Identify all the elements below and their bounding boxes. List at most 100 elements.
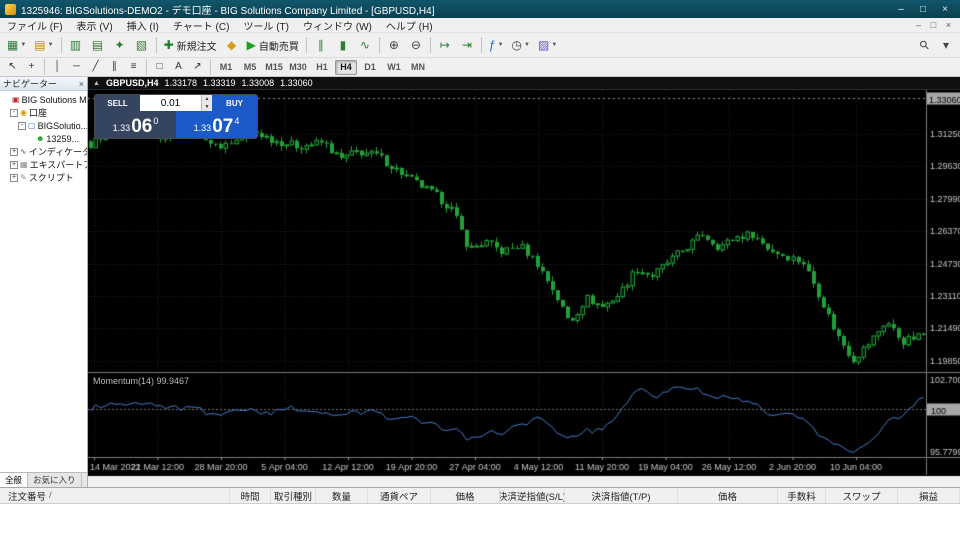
- terminal-col-open-price[interactable]: 価格: [431, 488, 500, 503]
- nav-accounts[interactable]: -◉口座: [0, 106, 87, 119]
- nav-tab-favorites[interactable]: お気に入り: [28, 473, 82, 487]
- nav-indicators[interactable]: +∿インディケータ: [0, 145, 87, 158]
- nav-scripts[interactable]: +✎スクリプト: [0, 171, 87, 184]
- menu-chart[interactable]: チャート (C): [166, 18, 237, 32]
- text-label-button[interactable]: A: [170, 59, 187, 75]
- shapes-button[interactable]: □: [151, 59, 168, 75]
- timeframe-mn-button[interactable]: MN: [407, 60, 429, 75]
- navigator-close-icon[interactable]: ×: [79, 79, 84, 89]
- chart-shift-button[interactable]: ⇥: [457, 35, 477, 55]
- sell-price-panel[interactable]: 1.33 06 0: [95, 111, 176, 138]
- search-button[interactable]: ⚲: [914, 35, 934, 55]
- line-chart-type-button[interactable]: ∿: [355, 35, 375, 55]
- price-chart-canvas[interactable]: [88, 90, 960, 487]
- templates-list-button[interactable]: ▨▼: [535, 35, 560, 55]
- volume-field[interactable]: 0.01 ▲ ▼: [140, 95, 212, 111]
- terminal-col-current-price[interactable]: 価格: [678, 488, 778, 503]
- terminal-col-take-profit[interactable]: 決済指値(T/P): [565, 488, 678, 503]
- terminal-col-swap[interactable]: スワップ: [826, 488, 898, 503]
- terminal-col-type[interactable]: 取引種別: [271, 488, 316, 503]
- nav-accounts-expander-icon[interactable]: -: [10, 109, 18, 117]
- new-order-button[interactable]: ✚新規注文: [161, 35, 220, 55]
- timeframe-m1-button[interactable]: M1: [215, 60, 237, 75]
- chart-minimize-icon[interactable]: –: [911, 20, 926, 30]
- navigator-toggle-button[interactable]: ✦: [110, 35, 130, 55]
- volume-down-icon[interactable]: ▼: [202, 103, 212, 111]
- terminal-col-symbol-label: 通貨ペア: [380, 489, 418, 503]
- fibonacci-button[interactable]: ≡: [125, 59, 142, 75]
- metaeditor-button[interactable]: ◆: [222, 35, 242, 55]
- chart-collapse-icon[interactable]: ▲: [93, 80, 100, 87]
- terminal-col-volume[interactable]: 数量: [316, 488, 368, 503]
- timeframe-m15-button[interactable]: M15: [263, 60, 285, 75]
- terminal-col-time[interactable]: 時間: [230, 488, 271, 503]
- nav-scripts-expander-icon[interactable]: +: [10, 174, 18, 182]
- timeframe-m5-button[interactable]: M5: [239, 60, 261, 75]
- sell-button[interactable]: SELL: [95, 95, 140, 111]
- templates-list-dropdown-icon[interactable]: ▼: [551, 42, 557, 48]
- minimize-button[interactable]: –: [891, 2, 911, 16]
- sell-price-prefix: 1.33: [113, 123, 131, 133]
- timeframe-h1-button[interactable]: H1: [311, 60, 333, 75]
- terminal-col-order-number[interactable]: 注文番号/: [0, 488, 230, 503]
- data-window-button[interactable]: ▤: [88, 35, 108, 55]
- new-chart-button[interactable]: ▦▼: [4, 35, 29, 55]
- maximize-button[interactable]: □: [913, 2, 933, 16]
- terminal-col-profit-label: 損益: [919, 489, 938, 503]
- toolbar-more-button[interactable]: ▾: [936, 35, 956, 55]
- nav-root-server[interactable]: ▣BIG Solutions MT...: [0, 93, 87, 106]
- nav-experts[interactable]: +▦エキスパートアドバ: [0, 158, 87, 171]
- profiles-button[interactable]: ▤▼: [31, 35, 56, 55]
- trend-line-button[interactable]: ╱: [87, 59, 104, 75]
- periods-list-dropdown-icon[interactable]: ▼: [524, 42, 530, 48]
- periods-list-button[interactable]: ◷▼: [509, 35, 533, 55]
- new-chart-dropdown-icon[interactable]: ▼: [20, 42, 26, 48]
- chart-shift-icon: ⇥: [462, 39, 472, 51]
- vertical-line-button[interactable]: │: [49, 59, 66, 75]
- arrow-objects-button[interactable]: ↗: [189, 59, 206, 75]
- indicators-list-dropdown-icon[interactable]: ▼: [498, 42, 504, 48]
- terminal-toggle-button[interactable]: ▧: [132, 35, 152, 55]
- volume-up-icon[interactable]: ▲: [202, 95, 212, 103]
- terminal-col-symbol[interactable]: 通貨ペア: [368, 488, 431, 503]
- terminal-col-commission[interactable]: 手数料: [778, 488, 826, 503]
- volume-value[interactable]: 0.01: [140, 95, 201, 111]
- menu-view[interactable]: 表示 (V): [70, 18, 120, 32]
- candle-chart-type-button[interactable]: ▮: [333, 35, 353, 55]
- channel-button[interactable]: ∥: [106, 59, 123, 75]
- buy-price-panel[interactable]: 1.33 07 4: [176, 111, 257, 138]
- nav-login[interactable]: ☻13259...: [0, 132, 87, 145]
- menu-tools[interactable]: ツール (T): [236, 18, 296, 32]
- terminal-col-profit[interactable]: 損益: [898, 488, 960, 503]
- menu-insert[interactable]: 挿入 (I): [120, 18, 166, 32]
- chart-restore-icon[interactable]: □: [926, 20, 941, 30]
- nav-account-group[interactable]: -▢BIGSolutio...: [0, 119, 87, 132]
- volume-spinner[interactable]: ▲ ▼: [201, 95, 212, 111]
- buy-button[interactable]: BUY: [212, 95, 257, 111]
- nav-tab-general[interactable]: 全般: [0, 473, 28, 487]
- nav-experts-expander-icon[interactable]: +: [10, 161, 18, 169]
- cursor-button[interactable]: ↖: [4, 59, 21, 75]
- menu-file[interactable]: ファイル (F): [0, 18, 70, 32]
- zoom-out-button[interactable]: ⊖: [406, 35, 426, 55]
- zoom-in-button[interactable]: ⊕: [384, 35, 404, 55]
- nav-account-group-expander-icon[interactable]: -: [18, 122, 26, 130]
- horizontal-line-button[interactable]: ─: [68, 59, 85, 75]
- market-watch-button[interactable]: ▥: [66, 35, 86, 55]
- profiles-dropdown-icon[interactable]: ▼: [48, 42, 54, 48]
- timeframe-d1-button[interactable]: D1: [359, 60, 381, 75]
- indicators-list-button[interactable]: ƒ▼: [486, 35, 507, 55]
- timeframe-h4-button[interactable]: H4: [335, 60, 357, 75]
- menu-window[interactable]: ウィンドウ (W): [296, 18, 379, 32]
- terminal-col-stop-loss[interactable]: 決済逆指値(S/L): [500, 488, 565, 503]
- crosshair-button[interactable]: +: [23, 59, 40, 75]
- chart-close-icon[interactable]: ×: [941, 20, 956, 30]
- menu-help[interactable]: ヘルプ (H): [379, 18, 440, 32]
- timeframe-w1-button[interactable]: W1: [383, 60, 405, 75]
- autotrading-button[interactable]: ▶自動売買: [244, 35, 302, 55]
- nav-indicators-expander-icon[interactable]: +: [10, 148, 18, 156]
- close-button[interactable]: ×: [935, 2, 955, 16]
- auto-scroll-button[interactable]: ↦: [435, 35, 455, 55]
- bar-chart-type-button[interactable]: ∥: [311, 35, 331, 55]
- timeframe-m30-button[interactable]: M30: [287, 60, 309, 75]
